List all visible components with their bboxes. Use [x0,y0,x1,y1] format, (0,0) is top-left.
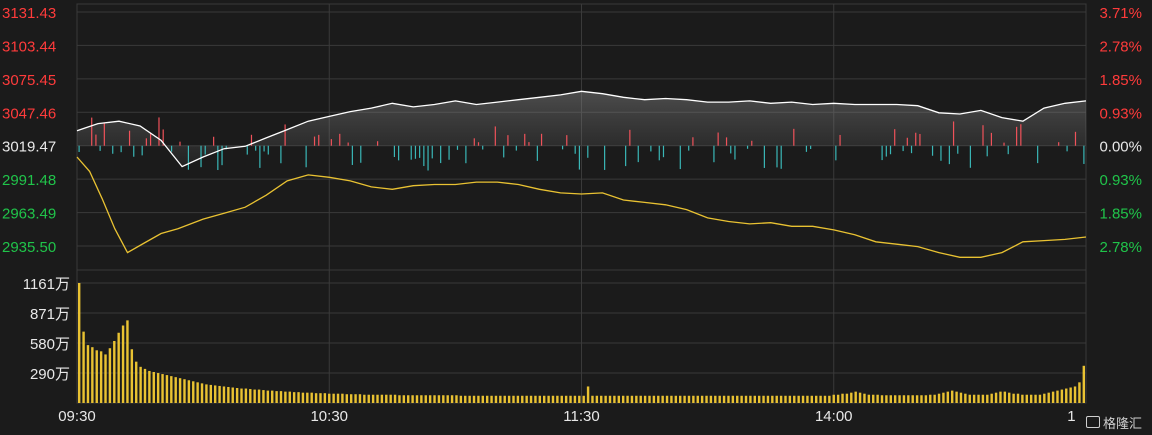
axis-labels: 3131.43 3103.44 3075.45 3047.46 3019.47 2991.… [2,5,1142,425]
time-tick-label: 11:30 [563,408,599,425]
percent-tick-label: 3.71% [1099,5,1142,22]
price-tick-label: 2991.48 [2,172,56,189]
price-tick-label: 2963.49 [2,206,56,223]
volume-tick-label: 290万 [30,366,70,383]
time-tick-label: 10:30 [310,408,348,425]
time-tick-label: 09:30 [58,408,96,425]
percent-tick-label: 2.78% [1099,239,1142,256]
price-tick-label: 3131.43 [2,5,56,22]
volume-tick-label: 1161万 [23,276,70,293]
time-tick-label: 14:00 [815,408,853,425]
price-tick-label: 2935.50 [2,239,56,256]
grid-lines [76,3,1087,404]
logo-icon [1085,416,1100,428]
percent-tick-label: 0.93% [1099,105,1142,122]
percent-tick-label: 1.85% [1099,206,1142,223]
watermark-text: 格隆汇 [1102,415,1142,431]
price-tick-label: 3019.47 [2,139,56,156]
volume-tick-label: 871万 [30,306,70,323]
percent-tick-label: 0.93% [1099,172,1142,189]
price-tick-label: 3103.44 [2,38,56,55]
price-tick-label: 3075.45 [2,72,56,89]
watermark: 格隆汇 [1076,411,1152,433]
price-tick-label: 3047.46 [2,105,56,122]
volume-tick-label: 580万 [30,336,70,353]
percent-tick-label: 2.78% [1099,38,1142,55]
intraday-chart: 3131.43 3103.44 3075.45 3047.46 3019.47 2991.… [2,3,1142,425]
percent-tick-label: 1.85% [1099,72,1142,89]
percent-tick-label: 0.00% [1099,139,1142,156]
